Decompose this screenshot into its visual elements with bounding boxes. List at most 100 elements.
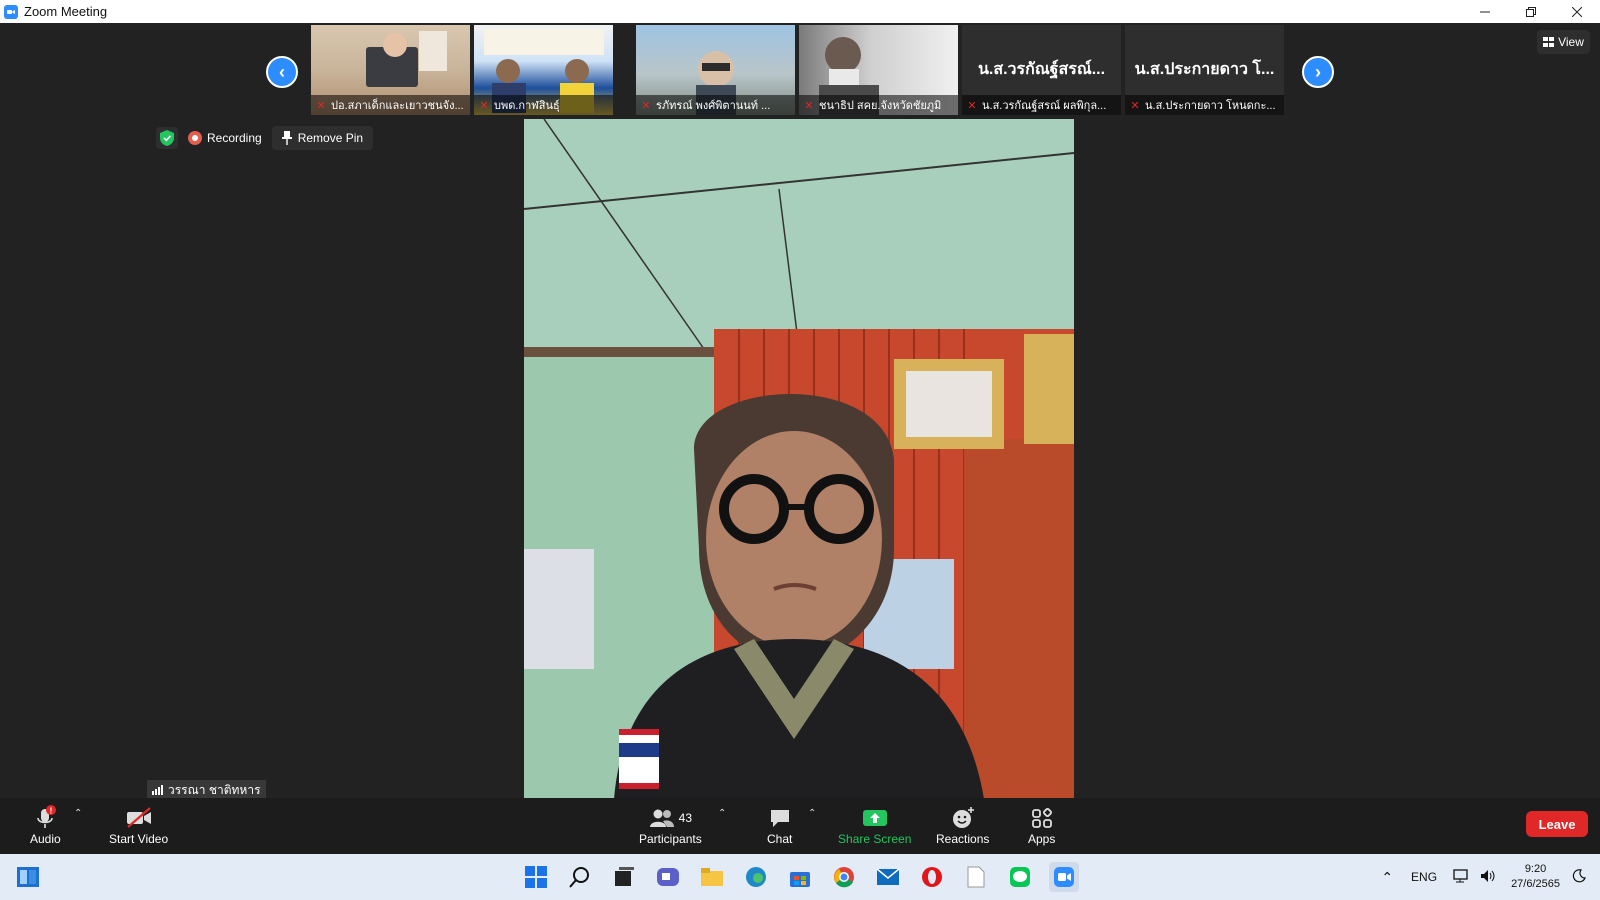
participants-icon (649, 809, 674, 827)
microphone-icon: ! (37, 805, 57, 828)
share-screen-button[interactable]: Share Screen (838, 804, 911, 846)
participant-tile[interactable]: น.ส.ประกายดาว โ... ✕ น.ส.ประกายดาว โหนดก… (1125, 25, 1284, 115)
task-view-widget-icon[interactable] (13, 862, 43, 892)
leave-button[interactable]: Leave (1526, 811, 1588, 837)
muted-mic-icon: ✕ (967, 99, 977, 112)
muted-mic-icon: ✕ (479, 99, 489, 112)
line-messenger-icon[interactable] (1005, 862, 1035, 892)
volume-icon[interactable] (1479, 868, 1497, 887)
signal-bars-icon (152, 785, 163, 795)
svg-text:!: ! (50, 807, 53, 816)
document-icon[interactable] (961, 862, 991, 892)
close-icon (1572, 6, 1582, 17)
file-explorer-icon[interactable] (697, 862, 727, 892)
microsoft-store-icon[interactable] (785, 862, 815, 892)
chevron-left-icon: ‹ (279, 61, 285, 82)
chrome-icon[interactable] (829, 862, 859, 892)
reactions-button[interactable]: Reactions (936, 804, 989, 846)
video-off-icon (126, 807, 151, 828)
gallery-strip: ✕ ปอ.สภาเด็กและเยาวชนจัง... ✕ บพด.กาฬสิน… (311, 25, 1284, 115)
grid-view-icon (1543, 37, 1555, 47)
start-video-button[interactable]: Start Video (109, 804, 168, 846)
participants-options-chevron-icon[interactable]: ⌃ (718, 808, 726, 819)
participant-name: รภัทรณ์ พงศ์พิตานนท์ ... (656, 100, 771, 112)
participants-label: Participants (639, 832, 702, 846)
participant-tile[interactable]: ✕ รภัทรณ์ พงศ์พิตานนท์ ... (636, 25, 795, 115)
share-screen-label: Share Screen (838, 832, 912, 846)
remove-pin-button[interactable]: Remove Pin (271, 126, 374, 150)
audio-button[interactable]: ! Audio (30, 804, 61, 846)
participant-name: น.ส.ประกายดาว โหนดกะ... (1145, 100, 1276, 112)
start-video-label: Start Video (109, 832, 169, 846)
remove-pin-label: Remove Pin (297, 131, 364, 145)
network-icon[interactable] (1453, 868, 1471, 887)
apps-label: Apps (1028, 832, 1056, 846)
pin-icon (281, 131, 292, 145)
muted-mic-icon: ✕ (1130, 99, 1140, 112)
focus-moon-icon[interactable] (1572, 868, 1586, 886)
system-tray: ⌃ ENG 9:20 27/6/2565 (1381, 854, 1600, 900)
task-view-icon[interactable] (609, 862, 639, 892)
participant-label: ✕ น.ส.วรกัณฐ์สรณ์ ผลพิกุล... (962, 95, 1121, 115)
recording-label: Recording (207, 131, 262, 145)
zoom-taskbar-icon[interactable] (1049, 862, 1079, 892)
participant-tile[interactable]: ✕ ปอ.สภาเด็กและเยาวชนจัง... (311, 25, 470, 115)
opera-icon[interactable] (917, 862, 947, 892)
clock[interactable]: 9:20 27/6/2565 (1511, 862, 1560, 892)
chat-bubble-icon (770, 810, 789, 827)
window-titlebar: Zoom Meeting (0, 0, 1600, 23)
search-icon[interactable] (565, 862, 595, 892)
participants-count: 43 (678, 811, 693, 825)
audio-label: Audio (30, 832, 61, 846)
muted-mic-icon: ✕ (641, 99, 651, 112)
participant-display-name: น.ส.ประกายดาว โ... (1134, 61, 1275, 78)
chevron-right-icon: › (1315, 61, 1321, 82)
participant-label: ✕ รภัทรณ์ พงศ์พิตานนท์ ... (636, 95, 795, 115)
chat-button[interactable]: Chat (767, 804, 792, 846)
participants-button[interactable]: 43 Participants (639, 804, 702, 846)
zoom-app-icon (4, 4, 18, 19)
chat-options-chevron-icon[interactable]: ⌃ (808, 808, 816, 819)
participant-name: ปอ.สภาเด็กและเยาวชนจัง... (331, 100, 464, 112)
muted-mic-icon: ✕ (316, 99, 326, 112)
participant-label: ✕ ชนาธิป สคย.จังหวัดชัยภูมิ (799, 95, 958, 115)
meeting-area: ‹ › ✕ ปอ.สภาเด็กและเยาวชนจัง... ✕ บพด.กา… (0, 23, 1600, 854)
teams-chat-icon[interactable] (653, 862, 683, 892)
security-shield-icon[interactable] (156, 127, 178, 149)
restore-button[interactable] (1508, 0, 1554, 23)
participant-label: ✕ บพด.กาฬสินธุ์ (474, 95, 613, 115)
restore-icon (1526, 6, 1536, 17)
participant-name: น.ส.วรกัณฐ์สรณ์ ผลพิกุล... (982, 100, 1107, 112)
previous-page-button[interactable]: ‹ (266, 56, 298, 88)
muted-mic-icon: ✕ (804, 99, 814, 112)
share-screen-icon (862, 810, 887, 826)
close-button[interactable] (1554, 0, 1600, 23)
participant-name: ชนาธิป สคย.จังหวัดชัยภูมิ (819, 100, 942, 112)
reactions-icon (952, 807, 974, 828)
participant-tile[interactable]: ✕ ชนาธิป สคย.จังหวัดชัยภูมิ (799, 25, 958, 115)
active-speaker-label: วรรณา ชาติทหาร (147, 780, 266, 800)
window-title: Zoom Meeting (24, 4, 108, 19)
participant-display-name: น.ส.วรกัณฐ์สรณ์... (977, 61, 1106, 78)
participant-tile[interactable]: ✕ บพด.กาฬสินธุ์ (474, 25, 613, 115)
language-indicator[interactable]: ENG (1411, 870, 1437, 884)
mail-icon[interactable] (873, 862, 903, 892)
windows-start-icon[interactable] (521, 862, 551, 892)
participant-tile[interactable]: น.ส.วรกัณฐ์สรณ์... ✕ น.ส.วรกัณฐ์สรณ์ ผลพ… (962, 25, 1121, 115)
meeting-status-row: Recording Remove Pin (156, 126, 374, 150)
chevron-up-icon[interactable]: ⌃ (1381, 869, 1393, 886)
edge-browser-icon[interactable] (741, 862, 771, 892)
view-label: View (1558, 35, 1584, 49)
view-button[interactable]: View (1537, 30, 1590, 54)
clock-date: 27/6/2565 (1511, 878, 1560, 890)
pinned-video (524, 119, 1074, 799)
clock-time: 9:20 (1524, 863, 1547, 875)
audio-options-chevron-icon[interactable]: ⌃ (74, 808, 82, 819)
recording-dot-icon (188, 131, 202, 145)
apps-button[interactable]: Apps (1028, 804, 1055, 846)
minimize-button[interactable] (1462, 0, 1508, 23)
os-taskbar: ⌃ ENG 9:20 27/6/2565 (0, 854, 1600, 900)
recording-indicator[interactable]: Recording (188, 131, 262, 145)
next-page-button[interactable]: › (1302, 56, 1334, 88)
participant-label: ✕ ปอ.สภาเด็กและเยาวชนจัง... (311, 95, 470, 115)
